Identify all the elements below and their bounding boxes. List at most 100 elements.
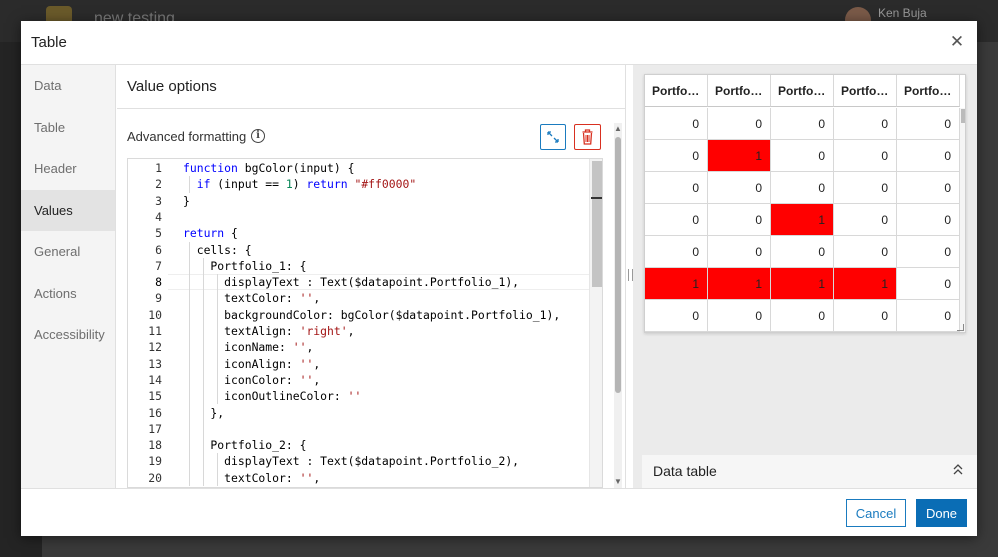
line-number: 17 xyxy=(148,421,162,436)
line-number: 19 xyxy=(148,454,162,469)
user-name: Ken Buja xyxy=(878,6,927,20)
column-header[interactable]: Portfo… xyxy=(897,75,960,107)
nav-item-values[interactable]: Values xyxy=(21,189,115,231)
scrollbar-thumb[interactable] xyxy=(615,137,621,393)
table-cell: 0 xyxy=(897,108,960,140)
column-header[interactable]: Portfo… xyxy=(834,75,897,107)
nav-item-general[interactable]: General xyxy=(21,231,115,273)
column-header[interactable]: Portfo… xyxy=(645,75,708,107)
code-line[interactable]: iconOutlineColor: '' xyxy=(183,388,361,404)
scrollbar-thumb[interactable] xyxy=(592,161,602,287)
column-header[interactable]: Portfo… xyxy=(708,75,771,107)
table-cell: 0 xyxy=(771,108,834,140)
cursor-position-marker xyxy=(591,197,602,199)
code-line[interactable]: textAlign: 'right', xyxy=(183,323,354,339)
line-number: 11 xyxy=(148,324,162,338)
table-cell: 0 xyxy=(708,236,771,268)
scrollbar-thumb[interactable] xyxy=(961,109,965,123)
nav-item-table[interactable]: Table xyxy=(21,107,115,149)
table-cell: 0 xyxy=(645,108,708,140)
code-line[interactable]: cells: { xyxy=(183,242,252,258)
table-cell: 0 xyxy=(834,300,897,332)
code-line[interactable]: iconAlign: '', xyxy=(183,356,320,372)
nav-item-accessibility[interactable]: Accessibility xyxy=(21,314,115,356)
advanced-formatting-label: Advanced formatting xyxy=(127,129,247,144)
line-number: 5 xyxy=(155,226,162,241)
code-line[interactable]: if (input == 1) return "#ff0000" xyxy=(183,176,416,192)
panel-scrollbar[interactable]: ▲ ▼ xyxy=(614,123,622,488)
table-cell: 1 xyxy=(771,204,834,236)
table-row: 01000 xyxy=(645,140,960,172)
code-line[interactable]: displayText : Text($datapoint.Portfolio_… xyxy=(183,274,519,290)
table-cell: 0 xyxy=(645,236,708,268)
table-cell: 0 xyxy=(897,236,960,268)
delete-formatting-button[interactable] xyxy=(574,124,601,150)
table-row: 00000 xyxy=(645,236,960,268)
code-line[interactable]: textColor: '', xyxy=(183,470,320,486)
table-cell: 0 xyxy=(834,172,897,204)
code-line[interactable]: Portfolio_1: { xyxy=(183,258,306,274)
line-number: 4 xyxy=(155,209,162,224)
preview-panel: Portfo… Portfo… Portfo… Portfo… Portfo… 0000… xyxy=(633,65,977,488)
table-row: 00000 xyxy=(645,172,960,204)
scroll-up-icon[interactable]: ▲ xyxy=(614,125,622,133)
line-number: 1 xyxy=(155,161,162,175)
line-number: 13 xyxy=(148,356,162,371)
dialog-header: Table ✕ xyxy=(21,21,977,65)
preview-table[interactable]: Portfo… Portfo… Portfo… Portfo… Portfo… 0000… xyxy=(644,74,966,333)
resize-handle-icon[interactable] xyxy=(957,324,964,331)
panel-splitter[interactable] xyxy=(625,65,633,488)
expand-editor-button[interactable] xyxy=(540,124,566,150)
table-cell: 1 xyxy=(645,268,708,300)
table-cell: 0 xyxy=(771,172,834,204)
table-header-row: Portfo… Portfo… Portfo… Portfo… Portfo… xyxy=(645,75,965,107)
expand-icon xyxy=(547,131,559,143)
info-icon[interactable]: i xyxy=(251,129,265,143)
table-cell: 1 xyxy=(771,268,834,300)
column-header[interactable]: Portfo… xyxy=(771,75,834,107)
code-editor[interactable]: 1 function bgColor(input) {2 if (input ==… xyxy=(127,158,603,488)
nav-item-actions[interactable]: Actions xyxy=(21,273,115,315)
dialog-title: Table xyxy=(31,34,67,51)
line-number: 3 xyxy=(155,193,162,208)
code-line[interactable]: iconName: '', xyxy=(183,339,313,355)
data-table-section[interactable]: Data table xyxy=(642,455,977,488)
done-button[interactable]: Done xyxy=(916,499,967,527)
close-icon[interactable]: ✕ xyxy=(947,32,967,52)
table-row: 00100 xyxy=(645,204,960,236)
chevrons-up-icon[interactable] xyxy=(951,461,965,477)
editor-scrollbar[interactable] xyxy=(589,159,602,487)
nav-item-header[interactable]: Header xyxy=(21,148,115,190)
line-number: 9 xyxy=(155,291,162,306)
table-cell: 0 xyxy=(834,108,897,140)
code-line[interactable]: Portfolio_2: { xyxy=(183,437,306,453)
chevrons-up-glyph xyxy=(953,464,963,475)
table-cell: 0 xyxy=(771,236,834,268)
code-line[interactable]: backgroundColor: bgColor($datapoint.Port… xyxy=(183,307,560,323)
dialog-footer: Cancel Done xyxy=(21,488,977,536)
settings-nav: Data Table Header Values General Actions… xyxy=(21,65,116,488)
table-cell: 0 xyxy=(897,140,960,172)
table-cell: 0 xyxy=(897,204,960,236)
code-line[interactable]: textColor: '', xyxy=(183,290,320,306)
code-line[interactable]: function bgColor(input) { xyxy=(183,160,354,176)
table-cell: 0 xyxy=(834,204,897,236)
table-cell: 0 xyxy=(897,268,960,300)
code-line[interactable]: displayText : Text($datapoint.Portfolio_… xyxy=(183,453,519,469)
table-cell: 0 xyxy=(708,172,771,204)
nav-item-data[interactable]: Data xyxy=(21,65,115,107)
code-line[interactable]: iconColor: '', xyxy=(183,372,320,388)
table-settings-dialog: Table ✕ Data Table Header Values General… xyxy=(21,21,977,536)
code-line[interactable]: } xyxy=(183,193,190,209)
table-scrollbar[interactable] xyxy=(960,108,965,332)
table-cell: 1 xyxy=(708,140,771,172)
scroll-down-icon[interactable]: ▼ xyxy=(614,478,622,486)
line-number: 8 xyxy=(155,275,162,290)
code-line[interactable]: return { xyxy=(183,225,238,241)
line-number: 12 xyxy=(148,340,162,355)
line-number: 10 xyxy=(148,307,162,322)
table-cell: 0 xyxy=(771,300,834,332)
table-cell: 1 xyxy=(708,268,771,300)
code-line[interactable]: }, xyxy=(183,405,224,421)
cancel-button[interactable]: Cancel xyxy=(846,499,906,527)
